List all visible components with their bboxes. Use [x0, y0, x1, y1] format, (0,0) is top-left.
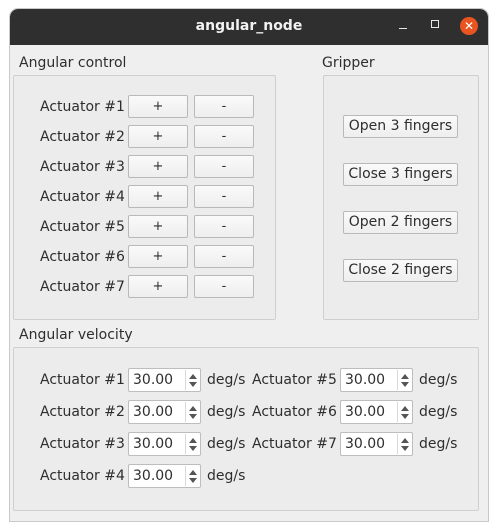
spin-up-icon[interactable]: [401, 438, 409, 443]
spin-down-icon[interactable]: [189, 478, 197, 483]
velocity-actuator-3-unit: deg/s: [207, 436, 246, 452]
velocity-actuator-2-label: Actuator #2: [40, 404, 125, 420]
velocity-actuator-3-value[interactable]: [133, 436, 183, 452]
velocity-actuator-4-value[interactable]: [133, 468, 183, 484]
spin-arrows[interactable]: [185, 370, 199, 390]
actuator-3-plus-button[interactable]: +: [128, 155, 188, 178]
actuator-1-label: Actuator #1: [40, 99, 125, 115]
gripper-title: Gripper: [322, 55, 375, 71]
velocity-actuator-6-unit: deg/s: [419, 404, 458, 420]
minimize-icon[interactable]: [393, 15, 413, 35]
spin-up-icon[interactable]: [189, 374, 197, 379]
velocity-actuator-3-spinbox[interactable]: [128, 432, 201, 456]
spin-arrows[interactable]: [397, 370, 411, 390]
title-bar[interactable]: angular_node ✕: [10, 9, 488, 45]
spin-down-icon[interactable]: [189, 446, 197, 451]
spin-up-icon[interactable]: [401, 374, 409, 379]
spin-down-icon[interactable]: [401, 382, 409, 387]
spin-arrows[interactable]: [185, 402, 199, 422]
velocity-actuator-7-spinbox[interactable]: [340, 432, 413, 456]
velocity-actuator-5-value[interactable]: [345, 372, 395, 388]
close-2-fingers-button[interactable]: Close 2 fingers: [343, 259, 458, 282]
velocity-actuator-5-spinbox[interactable]: [340, 368, 413, 392]
velocity-actuator-2-unit: deg/s: [207, 404, 246, 420]
actuator-5-minus-button[interactable]: -: [194, 215, 254, 238]
spin-arrows[interactable]: [185, 434, 199, 454]
velocity-actuator-6-label: Actuator #6: [252, 404, 337, 420]
spin-arrows[interactable]: [397, 434, 411, 454]
actuator-3-label: Actuator #3: [40, 159, 125, 175]
velocity-actuator-4-spinbox[interactable]: [128, 464, 201, 488]
actuator-6-minus-button[interactable]: -: [194, 245, 254, 268]
actuator-4-label: Actuator #4: [40, 189, 125, 205]
actuator-2-minus-button[interactable]: -: [194, 125, 254, 148]
spin-up-icon[interactable]: [189, 406, 197, 411]
velocity-actuator-1-spinbox[interactable]: [128, 368, 201, 392]
actuator-7-label: Actuator #7: [40, 279, 125, 295]
window-title: angular_node: [195, 18, 303, 34]
velocity-actuator-7-value[interactable]: [345, 436, 395, 452]
spin-arrows[interactable]: [185, 466, 199, 486]
velocity-actuator-2-value[interactable]: [133, 404, 183, 420]
actuator-2-plus-button[interactable]: +: [128, 125, 188, 148]
spin-down-icon[interactable]: [401, 446, 409, 451]
spin-up-icon[interactable]: [189, 470, 197, 475]
gripper-frame: [323, 75, 479, 320]
velocity-actuator-1-unit: deg/s: [207, 372, 246, 388]
actuator-6-label: Actuator #6: [40, 249, 125, 265]
actuator-7-minus-button[interactable]: -: [194, 275, 254, 298]
spin-up-icon[interactable]: [401, 406, 409, 411]
velocity-actuator-6-spinbox[interactable]: [340, 400, 413, 424]
velocity-actuator-7-label: Actuator #7: [252, 436, 337, 452]
actuator-2-label: Actuator #2: [40, 129, 125, 145]
actuator-5-plus-button[interactable]: +: [128, 215, 188, 238]
velocity-actuator-5-unit: deg/s: [419, 372, 458, 388]
spin-down-icon[interactable]: [189, 414, 197, 419]
actuator-3-minus-button[interactable]: -: [194, 155, 254, 178]
angular-control-title: Angular control: [19, 55, 127, 71]
close-icon[interactable]: ✕: [460, 17, 478, 35]
velocity-actuator-1-value[interactable]: [133, 372, 183, 388]
open-2-fingers-button[interactable]: Open 2 fingers: [343, 211, 458, 234]
spin-arrows[interactable]: [397, 402, 411, 422]
actuator-4-plus-button[interactable]: +: [128, 185, 188, 208]
actuator-1-minus-button[interactable]: -: [194, 95, 254, 118]
close-3-fingers-button[interactable]: Close 3 fingers: [343, 163, 458, 186]
spin-up-icon[interactable]: [189, 438, 197, 443]
velocity-actuator-5-label: Actuator #5: [252, 372, 337, 388]
actuator-6-plus-button[interactable]: +: [128, 245, 188, 268]
velocity-actuator-6-value[interactable]: [345, 404, 395, 420]
spin-down-icon[interactable]: [189, 382, 197, 387]
actuator-5-label: Actuator #5: [40, 219, 125, 235]
velocity-actuator-4-label: Actuator #4: [40, 468, 125, 484]
actuator-1-plus-button[interactable]: +: [128, 95, 188, 118]
open-3-fingers-button[interactable]: Open 3 fingers: [343, 115, 458, 138]
spin-down-icon[interactable]: [401, 414, 409, 419]
actuator-4-minus-button[interactable]: -: [194, 185, 254, 208]
velocity-actuator-1-label: Actuator #1: [40, 372, 125, 388]
velocity-actuator-7-unit: deg/s: [419, 436, 458, 452]
maximize-icon[interactable]: [426, 15, 446, 35]
velocity-actuator-2-spinbox[interactable]: [128, 400, 201, 424]
velocity-actuator-3-label: Actuator #3: [40, 436, 125, 452]
actuator-7-plus-button[interactable]: +: [128, 275, 188, 298]
app-window: angular_node ✕ Angular control Actuator …: [10, 9, 488, 521]
velocity-actuator-4-unit: deg/s: [207, 468, 246, 484]
angular-velocity-title: Angular velocity: [19, 327, 133, 343]
